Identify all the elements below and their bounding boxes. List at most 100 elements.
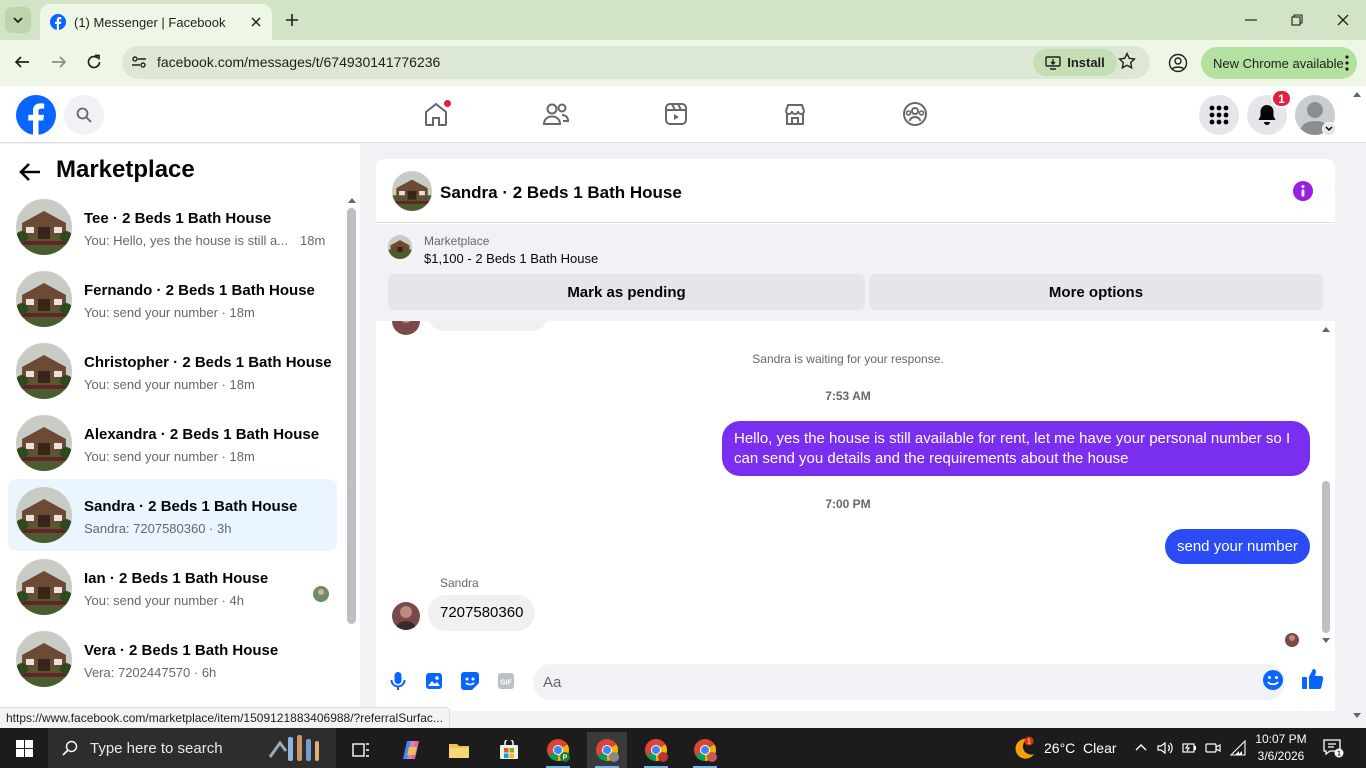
more-options-button[interactable]: More options <box>869 274 1323 310</box>
more-vert-icon[interactable] <box>1345 55 1349 71</box>
copilot-button[interactable] <box>391 732 431 768</box>
taskbar-search[interactable]: Type here to search <box>48 728 336 768</box>
volume-icon[interactable] <box>1157 740 1173 756</box>
scroll-down-arrow-icon[interactable] <box>1321 637 1331 645</box>
taskbar-clock[interactable]: 10:07 PM 3/6/2026 <box>1253 731 1309 765</box>
nav-friends[interactable] <box>539 97 573 131</box>
nav-groups[interactable] <box>898 97 932 131</box>
attach-photo-button[interactable] <box>422 669 446 693</box>
photo-icon <box>426 673 442 689</box>
url-text[interactable]: facebook.com/messages/t/674930141776236 <box>157 54 440 70</box>
info-icon[interactable] <box>1293 181 1313 201</box>
wifi-icon[interactable] <box>1229 740 1247 756</box>
chat-header: Sandra · 2 Beds 1 Bath House <box>376 159 1335 223</box>
browser-tab-messenger[interactable]: (1) Messenger | Facebook <box>40 4 272 40</box>
page-scroll-down-icon[interactable] <box>1352 712 1362 720</box>
restore-window-button[interactable] <box>1277 6 1317 34</box>
conversation-item[interactable]: Vera · 2 Beds 1 Bath House Vera: 72024475… <box>8 623 337 695</box>
conversation-preview: You: send your number · 4h <box>84 593 244 608</box>
conversation-list-scrollbar[interactable] <box>347 208 356 624</box>
conversation-name: Alexandra · 2 Beds 1 Bath House <box>84 426 320 443</box>
task-view-button[interactable] <box>341 732 381 768</box>
chat-scrollbar[interactable] <box>1322 481 1330 633</box>
conversation-name: Fernando · 2 Beds 1 Bath House <box>84 282 315 299</box>
chrome-profile-3-button[interactable] <box>685 732 725 768</box>
marketplace-conversation-list: Marketplace Tee · 2 Beds 1 Bath House You… <box>0 144 360 710</box>
emoji-icon[interactable] <box>1262 669 1284 691</box>
chrome-profile-p-button[interactable]: P <box>538 732 578 768</box>
weather-widget[interactable]: 1 26°C Clear <box>1012 728 1117 768</box>
chevron-up-icon[interactable] <box>1134 740 1148 754</box>
tab-close-icon[interactable] <box>244 10 268 34</box>
mark-as-pending-button[interactable]: Mark as pending <box>388 274 865 310</box>
outgoing-message[interactable]: Hello, yes the house is still available … <box>722 421 1310 476</box>
listing-title[interactable]: $1,100 - 2 Beds 1 Bath House <box>424 251 598 266</box>
facebook-header: 1 <box>0 86 1366 143</box>
page-scroll-up-icon[interactable] <box>1352 90 1362 98</box>
bookmark-star-icon[interactable] <box>1118 52 1136 70</box>
item-thumbnail[interactable] <box>388 235 412 259</box>
chrome-profile-2-button[interactable] <box>636 732 676 768</box>
gif-button[interactable]: GIF <box>494 669 518 693</box>
task-view-icon <box>352 743 369 757</box>
battery-icon[interactable] <box>1181 740 1197 756</box>
chat-avatar[interactable] <box>392 171 432 211</box>
conversation-item[interactable]: Alexandra · 2 Beds 1 Bath House You: send… <box>8 407 337 479</box>
new-tab-button[interactable] <box>280 8 304 32</box>
facebook-favicon-icon <box>50 14 66 30</box>
scroll-up-arrow-icon[interactable] <box>1321 325 1331 333</box>
tab-search-button[interactable] <box>5 7 31 33</box>
microsoft-store-button[interactable] <box>489 732 529 768</box>
message-input[interactable] <box>533 664 1285 700</box>
address-bar[interactable]: facebook.com/messages/t/674930141776236 … <box>122 46 1150 79</box>
nav-marketplace[interactable] <box>778 97 812 131</box>
facebook-logo-icon[interactable] <box>16 95 56 135</box>
back-button[interactable] <box>7 47 37 77</box>
marketplace-label: Marketplace <box>424 234 490 248</box>
chrome-profile-icon[interactable] <box>1168 53 1188 73</box>
conversation-name: Sandra · 2 Beds 1 Bath House <box>84 498 298 515</box>
incoming-message[interactable]: 7207580360 <box>428 595 536 631</box>
back-arrow-icon[interactable] <box>19 162 41 182</box>
weather-moon-icon: 1 <box>1015 736 1034 759</box>
chrome-active-button[interactable] <box>587 732 627 768</box>
read-receipt-avatar <box>313 586 329 602</box>
install-app-button[interactable]: Install <box>1033 49 1117 76</box>
nav-home[interactable] <box>419 97 453 131</box>
menu-button[interactable] <box>1199 95 1239 135</box>
conversation-item[interactable]: Ian · 2 Beds 1 Bath House You: send your … <box>8 551 337 623</box>
browser-toolbar: facebook.com/messages/t/674930141776236 … <box>0 40 1366 86</box>
forward-button[interactable] <box>44 47 74 77</box>
svg-text:P: P <box>563 755 568 762</box>
sender-avatar-partial <box>392 321 420 335</box>
conversation-item[interactable]: Sandra · 2 Beds 1 Bath House Sandra: 7207… <box>8 479 337 551</box>
site-info-icon[interactable] <box>131 54 147 70</box>
chat-title[interactable]: Sandra · 2 Beds 1 Bath House <box>440 183 682 203</box>
sender-name: Sandra <box>440 576 479 590</box>
conversation-item[interactable]: Christopher · 2 Beds 1 Bath House You: se… <box>8 335 337 407</box>
voice-clip-button[interactable] <box>386 669 410 693</box>
notification-center-icon: 1 <box>1323 739 1344 758</box>
message-composer: GIF <box>376 655 1335 711</box>
scroll-up-arrow-icon[interactable] <box>347 196 357 204</box>
conversation-preview: You: Hello, yes the house is still a... 1… <box>84 233 326 248</box>
timestamp: 7:53 AM <box>825 389 871 403</box>
search-icon <box>76 107 92 123</box>
sender-avatar[interactable] <box>392 602 420 630</box>
outgoing-message[interactable]: send your number <box>1165 529 1310 564</box>
reload-button[interactable] <box>79 47 109 77</box>
account-chevron-down-icon[interactable] <box>1322 122 1336 136</box>
action-center-button[interactable]: 1 <box>1322 738 1344 758</box>
facebook-search-button[interactable] <box>64 95 104 135</box>
new-chrome-available-button[interactable]: New Chrome available <box>1201 47 1357 79</box>
conversation-item[interactable]: Tee · 2 Beds 1 Bath House You: Hello, yes… <box>8 191 337 263</box>
conversation-item[interactable]: Fernando · 2 Beds 1 Bath House You: send … <box>8 263 337 335</box>
thumbs-up-icon[interactable] <box>1301 667 1325 691</box>
file-explorer-button[interactable] <box>439 732 479 768</box>
minimize-window-button[interactable] <box>1231 6 1271 34</box>
start-button[interactable] <box>0 728 48 768</box>
close-window-button[interactable] <box>1323 6 1363 34</box>
sticker-button[interactable] <box>458 669 482 693</box>
nav-video[interactable] <box>659 97 693 131</box>
meet-now-icon[interactable] <box>1205 740 1221 756</box>
